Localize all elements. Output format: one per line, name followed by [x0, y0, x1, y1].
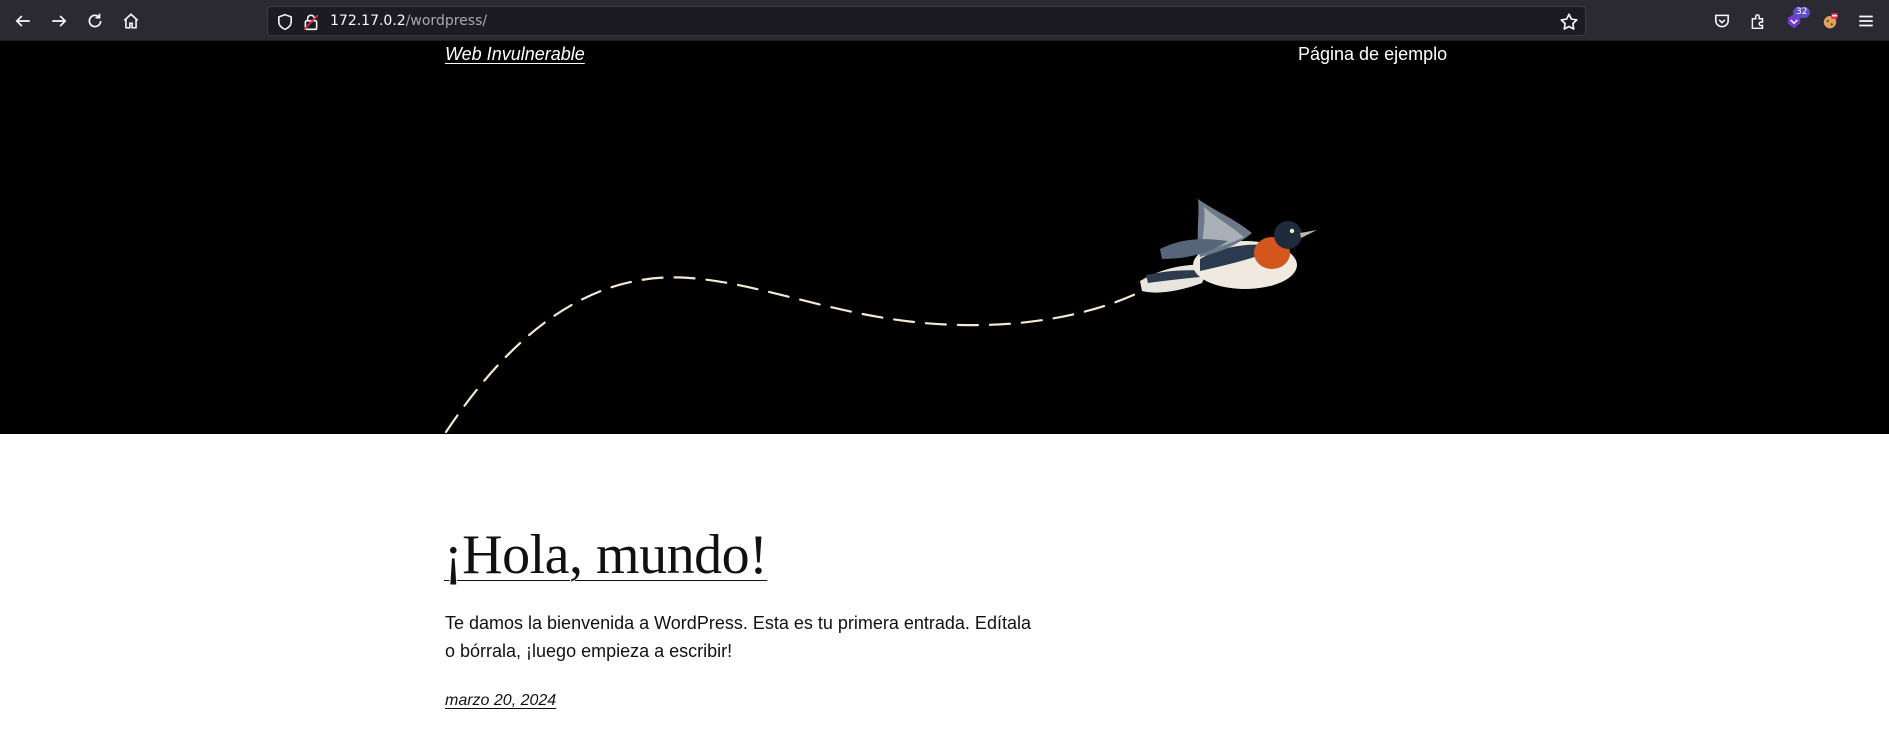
shield-icon[interactable]: [276, 13, 294, 31]
pocket-button[interactable]: [1706, 5, 1738, 37]
post-date-link[interactable]: marzo 20, 2024: [445, 692, 556, 710]
forward-button[interactable]: [43, 5, 75, 37]
url-host: 172.17.0.2: [330, 13, 406, 29]
cookie-extension-button[interactable]: [1814, 5, 1846, 37]
hero-illustration: [444, 199, 1317, 434]
shield-extension-button[interactable]: 32: [1778, 5, 1811, 37]
extensions-icon: [1751, 14, 1764, 30]
cookie-extension-icon: [1823, 13, 1838, 29]
home-button[interactable]: [115, 5, 147, 37]
reload-icon: [88, 13, 102, 28]
url-path: /wordpress/: [405, 13, 488, 29]
back-icon: [15, 15, 30, 27]
browser-toolbar: 172.17.0.2/wordpress/ 32: [0, 0, 1889, 41]
pocket-icon: [1715, 14, 1729, 28]
site-header: Web Invulnerable Página de ejemplo: [0, 41, 1889, 434]
forward-icon: [52, 15, 67, 27]
site-title-link[interactable]: Web Invulnerable: [445, 44, 585, 65]
flight-path-line: [444, 276, 1140, 434]
bird-image: [1140, 199, 1317, 293]
post-title-link[interactable]: ¡Hola, mundo!: [444, 523, 768, 587]
lock-icon[interactable]: [302, 13, 320, 31]
nav-item-sample-page[interactable]: Página de ejemplo: [1298, 44, 1447, 65]
home-icon: [123, 13, 139, 29]
menu-button[interactable]: [1850, 5, 1882, 37]
reload-button[interactable]: [79, 5, 111, 37]
menu-icon: [1859, 15, 1873, 27]
star-icon[interactable]: [1559, 12, 1579, 32]
back-button[interactable]: [7, 5, 39, 37]
post-excerpt: Te damos la bienvenida a WordPress. Esta…: [445, 613, 1031, 661]
url-text[interactable]: 172.17.0.2/wordpress/: [330, 13, 487, 29]
extensions-button[interactable]: [1742, 5, 1774, 37]
url-bar[interactable]: 172.17.0.2/wordpress/: [267, 6, 1586, 36]
extension-badge: 32: [1793, 7, 1811, 18]
